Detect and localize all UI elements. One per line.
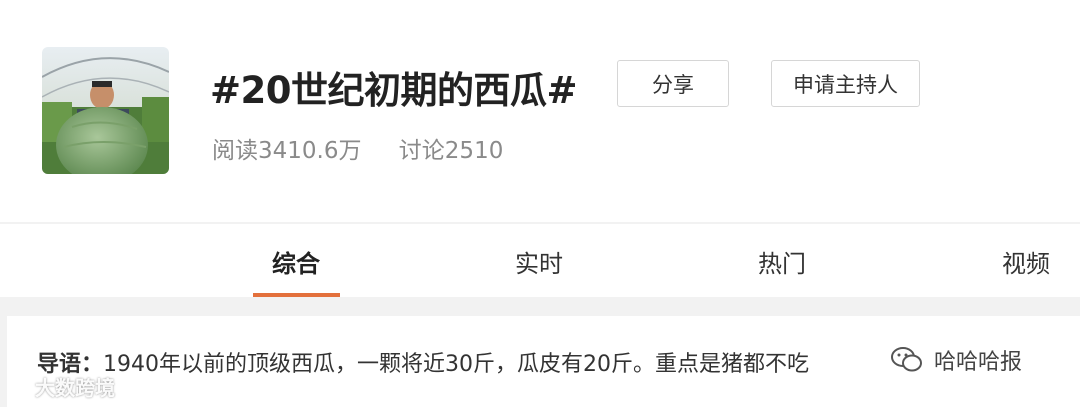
- watermark-left: 大数跨境: [6, 372, 115, 400]
- active-tab-indicator: [253, 293, 340, 297]
- share-button[interactable]: 分享: [617, 60, 729, 107]
- topic-stats: 阅读3410.6万 讨论2510: [212, 131, 503, 165]
- tab-video[interactable]: 视频: [1002, 244, 1050, 279]
- wechat-icon: [891, 347, 922, 372]
- read-count: 阅读3410.6万: [212, 138, 362, 164]
- apply-host-button[interactable]: 申请主持人: [771, 60, 920, 107]
- tab-realtime[interactable]: 实时: [515, 244, 563, 279]
- topic-avatar[interactable]: [42, 47, 169, 174]
- watermark-left-text: 大数跨境: [35, 375, 115, 400]
- lead-content: 1940年以前的顶级西瓜，一颗将近30斤，瓜皮有20斤。重点是猪都不吃: [103, 352, 809, 377]
- tab-hot[interactable]: 热门: [758, 244, 806, 279]
- watermark-right: 哈哈哈报: [890, 338, 1027, 382]
- chat-bubble-icon: [7, 376, 29, 396]
- avatar-photo-icon: [42, 47, 169, 174]
- topic-header: #20世纪初期的西瓜# 分享 申请主持人 阅读3410.6万 讨论2510: [0, 0, 1080, 222]
- discussion-count: 讨论2510: [398, 138, 504, 164]
- topic-title: #20世纪初期的西瓜#: [210, 69, 578, 112]
- watermark-right-text: 哈哈哈报: [930, 344, 1027, 376]
- tab-bar: 综合 实时 热门 视频: [0, 224, 1080, 297]
- lead-paragraph: 导语：1940年以前的顶级西瓜，一颗将近30斤，瓜皮有20斤。重点是猪都不吃: [37, 346, 809, 378]
- tab-comprehensive[interactable]: 综合: [272, 244, 320, 279]
